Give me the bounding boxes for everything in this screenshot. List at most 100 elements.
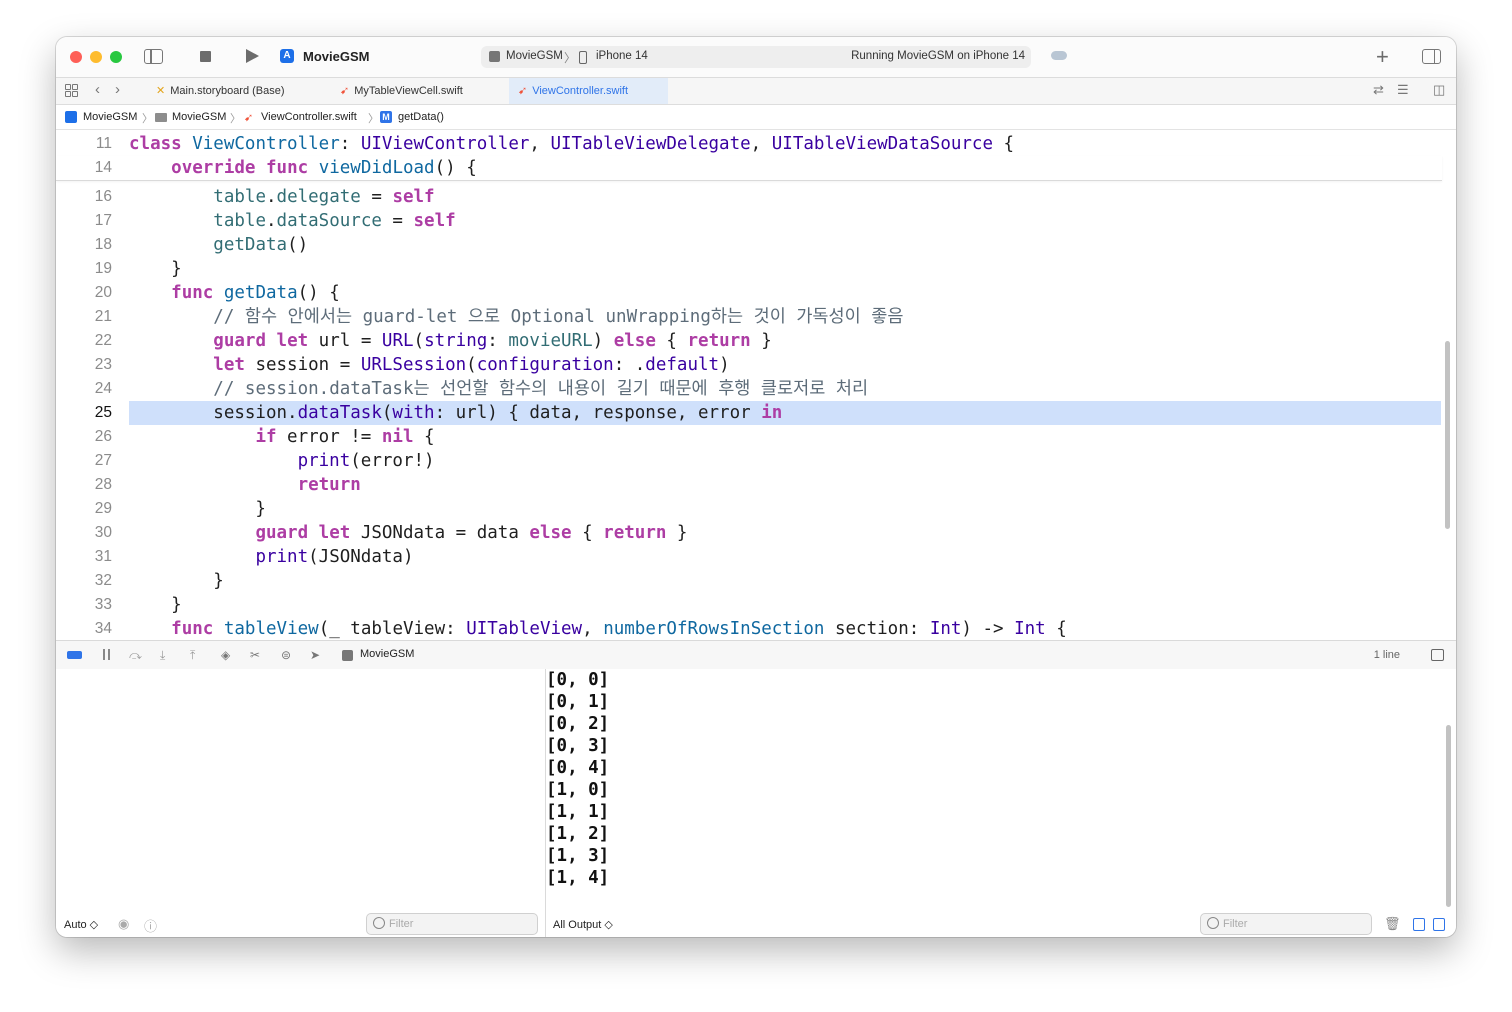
line-number: 23 bbox=[94, 356, 112, 373]
line-number: 30 bbox=[94, 524, 112, 541]
line-number: 21 bbox=[94, 308, 112, 325]
line-number: 18 bbox=[94, 236, 112, 253]
method-icon: M bbox=[380, 111, 392, 123]
breadcrumb-group[interactable]: MovieGSM bbox=[172, 111, 226, 123]
app-icon: A bbox=[280, 49, 294, 63]
code-editor[interactable]: 16 table.delegate = self 17 table.dataSo… bbox=[56, 130, 1456, 640]
swift-icon: ➹ bbox=[518, 85, 528, 97]
step-over-icon[interactable]: ⤼ bbox=[129, 648, 142, 663]
code-line: guard let JSONdata = data else { return … bbox=[255, 523, 688, 543]
close-window-button[interactable] bbox=[70, 51, 82, 63]
breadcrumb-symbol[interactable]: getData() bbox=[398, 111, 444, 123]
eye-icon[interactable]: ◉ bbox=[118, 916, 129, 932]
variables-scope-select[interactable]: Auto ◇ bbox=[64, 918, 98, 937]
chevron-right-icon: 〉 bbox=[368, 113, 379, 125]
device-selector[interactable]: iPhone 14 bbox=[596, 50, 648, 62]
swift-icon: ➹ bbox=[244, 112, 254, 124]
trash-icon[interactable]: 🗑 bbox=[1384, 916, 1401, 932]
output-filter-select[interactable]: All Output ◇ bbox=[553, 918, 613, 937]
line-number: 28 bbox=[94, 476, 112, 493]
line-number: 11 bbox=[95, 135, 112, 152]
code-line: func getData() { bbox=[171, 283, 340, 303]
app-icon bbox=[65, 111, 77, 123]
show-variables-pane-icon[interactable] bbox=[1413, 918, 1425, 931]
forward-arrow-icon[interactable]: › bbox=[115, 81, 120, 98]
debug-area: Auto ◇ ◉ ⓘ Filter [0, 0] [0, 1] [0, 2] [… bbox=[56, 669, 1456, 937]
folder-icon bbox=[155, 113, 167, 122]
scheme-icon bbox=[489, 51, 500, 62]
line-number: 14 bbox=[94, 159, 112, 176]
console-scrollbar[interactable] bbox=[1446, 725, 1451, 907]
chevron-right-icon: 〉 bbox=[142, 113, 153, 125]
swap-icon[interactable]: ⇄ bbox=[1373, 82, 1384, 98]
editor-options-icon[interactable]: ☰ bbox=[1397, 82, 1409, 98]
code-line: // 함수 안에서는 guard-let 으로 Optional unWrapp… bbox=[213, 307, 904, 327]
inspector-toggle-icon[interactable] bbox=[1422, 49, 1441, 64]
xcode-window: A MovieGSM MovieGSM 〉 iPhone 14 Running … bbox=[56, 37, 1456, 937]
cloud-icon bbox=[1051, 51, 1067, 60]
console-filter-field[interactable]: Filter bbox=[1200, 913, 1372, 935]
code-line: } bbox=[129, 595, 182, 615]
filter-placeholder: Filter bbox=[389, 918, 414, 930]
minimize-window-button[interactable] bbox=[90, 51, 102, 63]
console-line: [1, 1] bbox=[546, 802, 610, 822]
split-editor-icon[interactable]: ◫ bbox=[1433, 82, 1445, 98]
debug-bar: ⤼ ⤓ ⤒ ◈ ✂ ⊜ ➤ MovieGSM 1 line bbox=[56, 640, 1456, 670]
step-into-icon[interactable]: ⤓ bbox=[160, 648, 165, 663]
console-line: [0, 4] bbox=[546, 758, 610, 778]
tab-label: ViewController.swift bbox=[532, 85, 628, 97]
stop-icon[interactable] bbox=[200, 51, 211, 62]
memory-graph-icon[interactable]: ✂ bbox=[250, 648, 260, 662]
zoom-window-button[interactable] bbox=[110, 51, 122, 63]
console-line: [0, 0] bbox=[546, 670, 610, 690]
info-icon[interactable]: ⓘ bbox=[144, 916, 157, 935]
scheme-selector[interactable]: MovieGSM bbox=[506, 50, 563, 62]
tab-main-storyboard[interactable]: ✕ Main.storyboard (Base) bbox=[148, 78, 336, 104]
tab-label: Main.storyboard (Base) bbox=[170, 85, 285, 97]
filter-placeholder: Filter bbox=[1223, 918, 1248, 930]
tab-mytableviewcell[interactable]: ➹ MyTableViewCell.swift bbox=[333, 78, 520, 104]
console-output-lines: [0, 0] [0, 1] [0, 2] [0, 3] [0, 4] [1, 0… bbox=[546, 669, 609, 889]
code-line: session.dataTask(with: url) { data, resp… bbox=[129, 403, 783, 423]
line-number: 31 bbox=[94, 548, 112, 565]
simulate-location-icon[interactable]: ➤ bbox=[310, 648, 320, 662]
breakpoints-toggle-icon[interactable] bbox=[67, 651, 82, 659]
sticky-scope-header[interactable]: 11 class ViewController: UIViewController… bbox=[56, 132, 1442, 156]
console-line: [1, 3] bbox=[546, 846, 610, 866]
line-number: 16 bbox=[94, 188, 112, 205]
line-number: 32 bbox=[94, 572, 112, 589]
related-items-icon[interactable] bbox=[65, 84, 78, 97]
sticky-scope-header[interactable]: 14 override func viewDidLoad() { bbox=[56, 156, 1442, 181]
code-line: override func viewDidLoad() { bbox=[171, 158, 477, 178]
back-arrow-icon[interactable]: ‹ bbox=[95, 81, 100, 98]
app-icon bbox=[342, 650, 353, 661]
pause-icon[interactable] bbox=[103, 649, 110, 660]
line-number: 19 bbox=[94, 260, 112, 277]
add-icon[interactable]: + bbox=[1376, 44, 1389, 70]
variables-filter-field[interactable]: Filter bbox=[366, 913, 538, 935]
run-icon[interactable] bbox=[246, 49, 259, 63]
code-line: guard let url = URL(string: movieURL) el… bbox=[213, 331, 772, 351]
variables-view[interactable]: Auto ◇ ◉ ⓘ Filter bbox=[56, 669, 546, 937]
debug-target[interactable]: MovieGSM bbox=[360, 648, 414, 660]
breadcrumb-file[interactable]: ViewController.swift bbox=[261, 111, 357, 123]
code-line: } bbox=[129, 571, 224, 591]
line-number: 33 bbox=[94, 596, 112, 613]
line-number: 34 bbox=[94, 620, 112, 637]
show-console-pane-icon[interactable] bbox=[1433, 918, 1445, 931]
tab-label: MyTableViewCell.swift bbox=[354, 85, 463, 97]
console-output[interactable]: [0, 0] [0, 1] [0, 2] [0, 3] [0, 4] [1, 0… bbox=[546, 669, 1456, 937]
environment-overrides-icon[interactable]: ⊜ bbox=[281, 648, 291, 662]
editor-scrollbar[interactable] bbox=[1445, 341, 1450, 529]
line-number: 29 bbox=[94, 500, 112, 517]
navigator-toggle-icon[interactable] bbox=[144, 49, 163, 64]
view-hierarchy-icon[interactable]: ◈ bbox=[221, 648, 230, 662]
hide-debug-area-icon[interactable] bbox=[1431, 649, 1444, 661]
line-number: 17 bbox=[94, 212, 112, 229]
breadcrumb-project[interactable]: MovieGSM bbox=[83, 111, 137, 123]
tab-viewcontroller[interactable]: ➹ ViewController.swift bbox=[509, 78, 668, 104]
code-line: print(JSONdata) bbox=[255, 547, 414, 567]
activity-view[interactable]: MovieGSM 〉 iPhone 14 Running MovieGSM on… bbox=[481, 46, 1031, 68]
filter-icon bbox=[373, 917, 385, 929]
step-out-icon[interactable]: ⤒ bbox=[190, 648, 195, 663]
